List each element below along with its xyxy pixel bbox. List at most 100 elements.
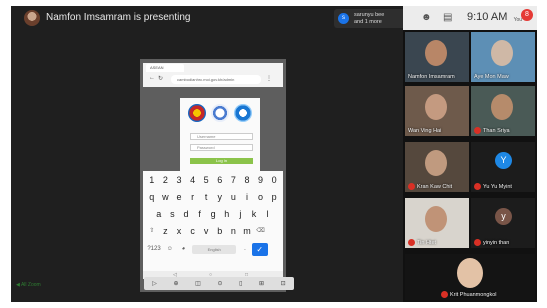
enter-key[interactable]: ✓ [251, 243, 268, 256]
shift-key[interactable]: ⇧ [145, 225, 159, 238]
participant-name-text: Wan Ving Hai [408, 128, 442, 134]
password-field[interactable]: Password [190, 144, 253, 151]
ministry-logo-icon [234, 104, 252, 122]
meeting-window: Namfon Imsamram is presenting s sarunyu … [11, 6, 537, 302]
host-control-icon[interactable]: ⊙ [217, 280, 222, 287]
key-d[interactable]: d [179, 208, 193, 221]
backspace-key[interactable]: ⌫ [254, 225, 268, 238]
key-g[interactable]: g [206, 208, 220, 221]
key-v[interactable]: v [199, 225, 213, 238]
notification-line-1: sarunyu bee [354, 12, 385, 18]
participant-tile[interactable]: y yinyin than [471, 198, 535, 248]
keyboard-bottom-row: ?123 ☺ ◕ English . ✓ [145, 243, 268, 256]
participant-face [425, 150, 447, 176]
keyboard-number-row: 1234567890 [145, 174, 281, 187]
key-w[interactable]: w [159, 191, 173, 204]
host-control-icon[interactable]: ◫ [195, 280, 201, 287]
key-p[interactable]: p [267, 191, 281, 204]
key-0[interactable]: 0 [267, 174, 281, 187]
key-7[interactable]: 7 [227, 174, 241, 187]
participant-tile[interactable]: Than Sriya [471, 86, 535, 136]
key-3[interactable]: 3 [172, 174, 186, 187]
keyboard-row-2: asdfghjkl [152, 208, 274, 221]
symbols-key[interactable]: ?123 [145, 243, 163, 256]
participant-avatar: y [495, 208, 512, 225]
participant-face [491, 94, 513, 120]
emoji-icon[interactable]: ☺ [163, 243, 177, 256]
top-bar: Namfon Imsamram is presenting s sarunyu … [11, 6, 537, 30]
key-l[interactable]: l [261, 208, 275, 221]
key-q[interactable]: q [145, 191, 159, 204]
key-f[interactable]: f [193, 208, 207, 221]
participant-face [425, 94, 447, 120]
key-1[interactable]: 1 [145, 174, 159, 187]
keyboard-row-3: ⇧ zxcvbnm ⌫ [145, 225, 267, 238]
participant-name: Namfon Imsamram [408, 74, 455, 80]
participant-name: Aye Mon Maw [474, 74, 509, 80]
participant-tile[interactable]: Tin Htet [405, 198, 469, 248]
participant-name-text: Kran Kaw Chit [417, 183, 453, 190]
key-b[interactable]: b [213, 225, 227, 238]
key-i[interactable]: i [240, 191, 254, 204]
participant-tile[interactable]: Aye Mon Maw [471, 32, 535, 82]
participant-face [425, 206, 447, 232]
key-x[interactable]: x [172, 225, 186, 238]
host-control-icon[interactable]: ⊡ [281, 280, 286, 287]
key-s[interactable]: s [166, 208, 180, 221]
shared-screen: ASEAN ← ↻ cambodianhrc.moi.gov.kh/admin … [140, 59, 286, 292]
username-field[interactable]: Username [190, 133, 253, 140]
key-4[interactable]: 4 [186, 174, 200, 187]
keyboard-row-1: qwertyuiop [145, 191, 281, 204]
reload-icon[interactable]: ↻ [158, 75, 163, 82]
key-2[interactable]: 2 [159, 174, 173, 187]
space-key[interactable]: English [192, 245, 237, 254]
key-h[interactable]: h [220, 208, 234, 221]
key-e[interactable]: e [172, 191, 186, 204]
participant-name-text: Krit Phuanmongkol [450, 291, 497, 298]
back-icon[interactable]: ← [149, 75, 155, 81]
key-u[interactable]: u [227, 191, 241, 204]
key-5[interactable]: 5 [199, 174, 213, 187]
key-y[interactable]: y [213, 191, 227, 204]
participant-tile[interactable]: Y Yu Yu Myint [471, 142, 535, 192]
people-icon[interactable]: ☻ [421, 12, 432, 23]
key-o[interactable]: o [254, 191, 268, 204]
participant-tile[interactable]: Namfon Imsamram [405, 32, 469, 82]
key-9[interactable]: 9 [254, 174, 268, 187]
participant-tile[interactable]: Wan Ving Hai [405, 86, 469, 136]
status-panel: ☻ ▤ 9:10 AM You 8 [403, 6, 537, 30]
host-control-icon[interactable]: ▯ [239, 280, 242, 287]
alert-badge: 8 [521, 9, 533, 21]
chat-icon[interactable]: ▤ [443, 12, 452, 23]
key-a[interactable]: a [152, 208, 166, 221]
browser-toolbar: ASEAN ← ↻ cambodianhrc.moi.gov.kh/admin … [143, 63, 283, 87]
key-8[interactable]: 8 [240, 174, 254, 187]
key-k[interactable]: k [247, 208, 261, 221]
key-m[interactable]: m [240, 225, 254, 238]
participant-tile[interactable]: Krit Phuanmongkol [405, 254, 535, 300]
host-control-icon[interactable]: ▷ [152, 280, 157, 287]
key-j[interactable]: j [234, 208, 248, 221]
participant-name-text: Than Sriya [483, 127, 510, 134]
participant-name-text: Namfon Imsamram [408, 74, 455, 80]
globe-icon[interactable]: ◕ [177, 243, 191, 256]
key-n[interactable]: n [227, 225, 241, 238]
participant-name: Yu Yu Myint [474, 183, 512, 190]
login-page: Username Password Log in [180, 98, 260, 171]
participant-tile[interactable]: Kran Kaw Chit [405, 142, 469, 192]
key-t[interactable]: t [199, 191, 213, 204]
join-notification[interactable]: s sarunyu bee and 1 more [334, 9, 407, 28]
menu-icon[interactable]: ⋮ [266, 75, 272, 82]
key-z[interactable]: z [159, 225, 173, 238]
host-control-icon[interactable]: ⊕ [174, 280, 179, 287]
participant-face [425, 40, 447, 66]
address-bar[interactable]: cambodianhrc.moi.gov.kh/admin [171, 75, 261, 84]
participant-name: Wan Ving Hai [408, 128, 441, 134]
period-key[interactable]: . [238, 243, 252, 256]
browser-tab[interactable]: ASEAN [146, 64, 184, 72]
host-control-icon[interactable]: ⊞ [259, 280, 264, 287]
key-c[interactable]: c [186, 225, 200, 238]
key-r[interactable]: r [186, 191, 200, 204]
key-6[interactable]: 6 [213, 174, 227, 187]
login-button[interactable]: Log in [190, 158, 253, 164]
